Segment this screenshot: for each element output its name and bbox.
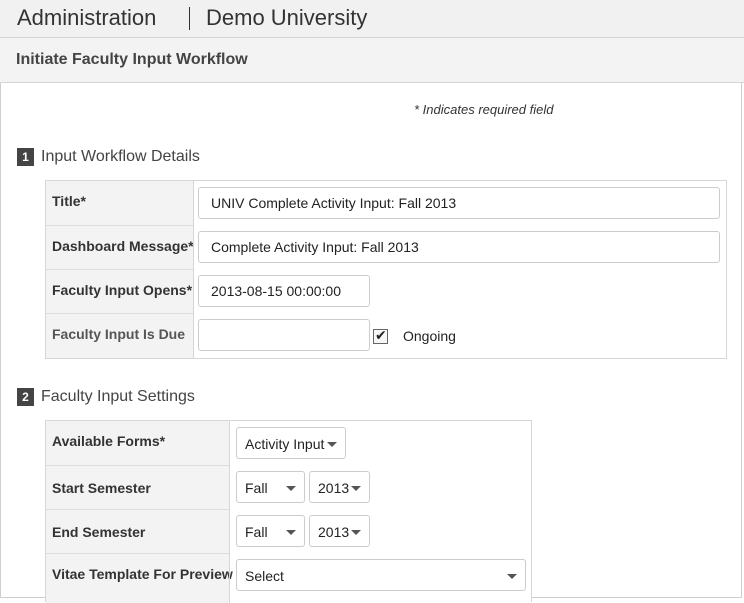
input-opens-label-cell: Faculty Input Opens* (46, 270, 194, 314)
end-semester-label: End Semester (52, 524, 146, 540)
title-divider (189, 7, 190, 30)
page-title: Initiate Faculty Input Workflow (16, 51, 248, 68)
end-year-select[interactable]: 2013 (309, 515, 370, 547)
section-1-number: 1 (17, 148, 34, 166)
input-due-label: Faculty Input Is Due (52, 326, 186, 342)
vitae-template-label-cell: Vitae Template For Preview (46, 554, 233, 603)
chevron-down-icon (286, 486, 296, 491)
chevron-down-icon (351, 530, 361, 535)
start-year-value: 2013 (318, 480, 350, 496)
section-2-number: 2 (17, 388, 34, 406)
start-year-select[interactable]: 2013 (309, 471, 370, 503)
available-forms-label: Available Forms* (52, 433, 166, 449)
title-label: Title* (52, 193, 86, 209)
start-term-value: Fall (245, 480, 268, 496)
available-forms-label-cell: Available Forms* (46, 421, 229, 466)
section-1-title: Input Workflow Details (41, 148, 200, 165)
section-2-title: Faculty Input Settings (41, 388, 195, 405)
available-forms-select[interactable]: Activity Input (236, 427, 346, 459)
start-term-select[interactable]: Fall (236, 471, 305, 503)
ongoing-checkbox[interactable]: ✔ (373, 327, 388, 344)
start-semester-label: Start Semester (52, 480, 151, 496)
title-label-cell: Title* (46, 181, 194, 226)
input-due-label-cell: Faculty Input Is Due (46, 314, 194, 358)
end-term-value: Fall (245, 524, 268, 540)
dashboard-message-input[interactable] (198, 231, 720, 263)
available-forms-value: Activity Input (245, 436, 325, 452)
chevron-down-icon (286, 530, 296, 535)
title-input[interactable] (198, 187, 720, 219)
vitae-template-value: Select (245, 568, 284, 584)
input-opens-label: Faculty Input Opens* (52, 282, 193, 298)
input-opens-field[interactable] (198, 275, 370, 307)
section-2-header: 2 Faculty Input Settings (17, 388, 195, 408)
app-title: Administration (17, 5, 157, 30)
chevron-down-icon (351, 486, 361, 491)
end-term-select[interactable]: Fall (236, 515, 305, 547)
page-heading-bar: Initiate Faculty Input Workflow (0, 38, 744, 83)
required-field-note: * Indicates required field (414, 102, 554, 117)
top-bar: Administration Demo University (0, 0, 744, 38)
chevron-down-icon (507, 574, 517, 579)
checkmark-icon: ✔ (375, 327, 387, 343)
end-year-value: 2013 (318, 524, 350, 540)
chevron-down-icon (327, 442, 337, 447)
org-name: Demo University (206, 5, 368, 30)
vitae-template-select[interactable]: Select (236, 559, 526, 591)
column-divider (193, 181, 194, 358)
dashboard-message-label: Dashboard Message* (52, 238, 194, 254)
end-semester-label-cell: End Semester (46, 510, 229, 554)
ongoing-label: Ongoing (403, 328, 456, 344)
start-semester-label-cell: Start Semester (46, 466, 229, 510)
dashboard-message-label-cell: Dashboard Message* (46, 226, 194, 270)
column-divider (229, 421, 230, 603)
section-1-header: 1 Input Workflow Details (17, 148, 200, 168)
input-due-field[interactable] (198, 319, 370, 351)
vitae-template-label: Vitae Template For Preview (52, 566, 233, 582)
